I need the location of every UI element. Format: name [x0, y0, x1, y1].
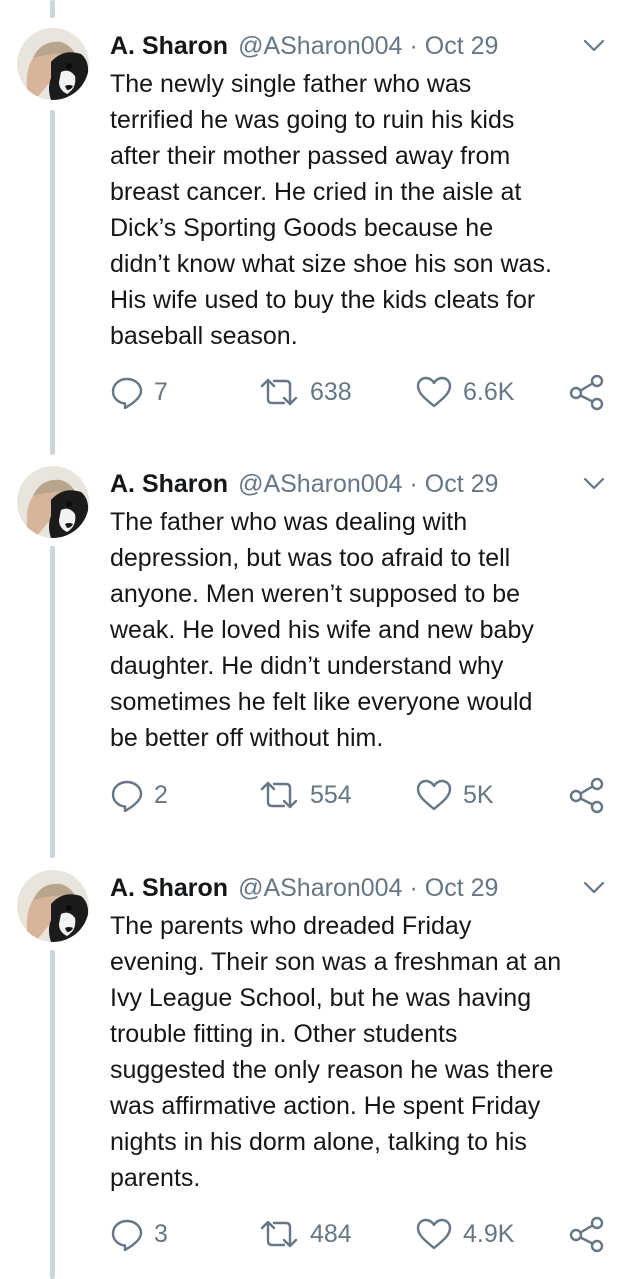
avatar[interactable]	[17, 466, 89, 538]
tweet-text-line: anyone. Men weren’t supposed to be	[110, 580, 520, 608]
like-count: 4.9K	[463, 1219, 515, 1248]
retweet-icon	[260, 378, 298, 406]
tweet-actions: 3 484 4.9K	[110, 1214, 610, 1254]
reply-count: 7	[154, 377, 168, 406]
retweet-icon	[260, 1220, 298, 1248]
chevron-down-icon[interactable]	[582, 877, 606, 899]
reply-button[interactable]: 2	[110, 775, 168, 815]
tweet-actions: 7 638 6.6K	[110, 372, 610, 412]
author-name[interactable]: A. Sharon	[110, 871, 228, 905]
like-count: 6.6K	[463, 377, 515, 406]
tweet-date[interactable]: Oct 29	[425, 29, 499, 63]
tweet-text-line: nights in his dorm alone, talking to his	[110, 1128, 527, 1156]
share-button[interactable]	[568, 372, 606, 412]
tweet-text-line: baseball season.	[110, 322, 298, 350]
like-icon	[416, 1218, 452, 1250]
tweet-text-line: breast cancer. He cried in the aisle at	[110, 178, 522, 206]
like-button[interactable]: 4.9K	[415, 1214, 514, 1254]
tweet-text-line: after their mother passed away from	[110, 142, 511, 170]
like-button[interactable]: 5K	[415, 775, 494, 815]
tweet-3[interactable]: A. Sharon @ASharon004 · Oct 29 The paren…	[0, 842, 624, 1279]
chevron-down-icon[interactable]	[582, 473, 606, 495]
share-icon	[569, 374, 604, 411]
tweet-text-line: The parents who dreaded Friday	[110, 912, 472, 940]
share-button[interactable]	[568, 775, 606, 815]
share-icon	[569, 777, 604, 814]
tweet-text-line: Ivy League School, but he was having	[110, 984, 532, 1012]
avatar[interactable]	[17, 870, 89, 942]
author-name[interactable]: A. Sharon	[110, 467, 228, 501]
share-icon	[569, 1216, 604, 1253]
chevron-down-icon[interactable]	[582, 35, 606, 57]
tweet-date[interactable]: Oct 29	[425, 467, 499, 501]
like-button[interactable]: 6.6K	[415, 372, 514, 412]
reply-icon	[111, 780, 143, 812]
tweet-text: The parents who dreaded Friday evening. …	[110, 908, 610, 1196]
separator-dot: ·	[409, 470, 418, 498]
tweet-2[interactable]: A. Sharon @ASharon004 · Oct 29 The fathe…	[0, 438, 624, 848]
share-button[interactable]	[568, 1214, 606, 1254]
tweet-text-line: The newly single father who was	[110, 70, 472, 98]
tweet-text-line: didn’t know what size shoe his son was.	[110, 250, 552, 278]
tweet-text-line: evening. Their son was a freshman at an	[110, 948, 562, 976]
like-count: 5K	[463, 780, 494, 809]
retweet-count: 638	[310, 377, 352, 406]
tweet-text-line: sometimes he felt like everyone would	[110, 688, 533, 716]
author-handle[interactable]: @ASharon004	[238, 467, 402, 501]
tweet-text-line: terrified he was going to ruin his kids	[110, 106, 515, 134]
retweet-count: 554	[310, 780, 352, 809]
tweet-text-line: daughter. He didn’t understand why	[110, 652, 504, 680]
author-handle[interactable]: @ASharon004	[238, 871, 402, 905]
reply-count: 2	[154, 780, 168, 809]
tweet-text-line: trouble fitting in. Other students	[110, 1020, 458, 1048]
avatar[interactable]	[17, 28, 89, 100]
tweet-text-line: be better off without him.	[110, 724, 384, 752]
retweet-button[interactable]: 638	[258, 372, 352, 412]
author-name[interactable]: A. Sharon	[110, 29, 228, 63]
like-icon	[416, 376, 452, 408]
author-handle[interactable]: @ASharon004	[238, 29, 402, 63]
reply-icon	[111, 377, 143, 409]
tweet-text-line: Dick’s Sporting Goods because he	[110, 214, 494, 242]
retweet-button[interactable]: 484	[258, 1214, 352, 1254]
reply-button[interactable]: 3	[110, 1214, 168, 1254]
tweet-text-line: suggested the only reason he was there	[110, 1056, 554, 1084]
tweet-text-line: parents.	[110, 1164, 201, 1192]
reply-icon	[111, 1219, 143, 1251]
tweet-text-line: weak. He loved his wife and new baby	[110, 616, 534, 644]
tweet-text-line: was affirmative action. He spent Friday	[110, 1092, 541, 1120]
like-icon	[416, 779, 452, 811]
tweet-text-line: depression, but was too afraid to tell	[110, 544, 511, 572]
separator-dot: ·	[409, 32, 418, 60]
tweet-actions: 2 554 5K	[110, 775, 610, 815]
retweet-icon	[260, 781, 298, 809]
retweet-button[interactable]: 554	[258, 775, 352, 815]
separator-dot: ·	[409, 874, 418, 902]
retweet-count: 484	[310, 1219, 352, 1248]
reply-button[interactable]: 7	[110, 372, 168, 412]
reply-count: 3	[154, 1219, 168, 1248]
tweet-date[interactable]: Oct 29	[425, 871, 499, 905]
tweet-text-line: His wife used to buy the kids cleats for	[110, 286, 536, 314]
tweet-text-line: The father who was dealing with	[110, 508, 468, 536]
tweet-1[interactable]: A. Sharon @ASharon004 · Oct 29 The newly…	[0, 0, 624, 440]
tweet-text: The newly single father who was terrifie…	[110, 66, 610, 354]
tweet-text: The father who was dealing with depressi…	[110, 504, 610, 756]
